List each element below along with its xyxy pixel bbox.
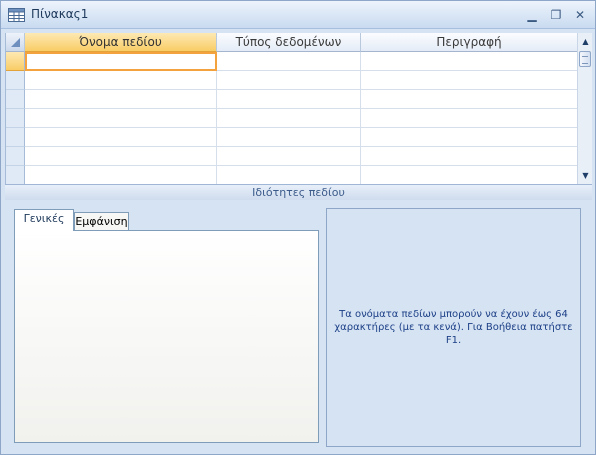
description-cell[interactable] xyxy=(361,147,577,166)
row-selector[interactable] xyxy=(6,128,25,147)
maximize-button[interactable]: ❐ xyxy=(546,6,566,24)
data-type-cell[interactable] xyxy=(217,166,361,184)
close-button[interactable]: ✕ xyxy=(570,6,590,24)
field-properties-caption: Ιδιότητες πεδίου xyxy=(5,184,592,200)
description-cell[interactable] xyxy=(361,166,577,184)
field-design-grid: Όνομα πεδίου Τύπος δεδομένων Περιγραφή xyxy=(5,33,577,184)
row-selector[interactable] xyxy=(6,166,25,184)
description-cell[interactable] xyxy=(361,109,577,128)
tab-display[interactable]: Εμφάνιση xyxy=(74,212,129,230)
field-name-cell[interactable] xyxy=(25,71,217,90)
table-row[interactable] xyxy=(6,147,577,166)
data-type-cell[interactable] xyxy=(217,147,361,166)
table-row[interactable] xyxy=(6,166,577,184)
help-text: Τα ονόματα πεδίων μπορούν να έχουν έως 6… xyxy=(334,309,573,346)
general-properties-panel xyxy=(14,230,319,443)
window-title: Πίνακας1 xyxy=(31,7,89,21)
description-cell[interactable] xyxy=(361,71,577,90)
table-row[interactable] xyxy=(6,90,577,109)
field-name-cell[interactable] xyxy=(25,128,217,147)
table-icon xyxy=(8,8,25,22)
field-name-cell[interactable] xyxy=(25,147,217,166)
row-selector[interactable] xyxy=(6,109,25,128)
scroll-up-arrow-icon[interactable]: ▲ xyxy=(578,35,593,49)
select-all-corner[interactable] xyxy=(6,33,25,52)
column-header-data-type[interactable]: Τύπος δεδομένων xyxy=(217,33,361,52)
table-row[interactable] xyxy=(6,71,577,90)
table-row[interactable] xyxy=(6,52,577,71)
minimize-button[interactable]: ▁ xyxy=(522,6,542,24)
table-row[interactable] xyxy=(6,128,577,147)
data-type-cell[interactable] xyxy=(217,109,361,128)
row-selector[interactable] xyxy=(6,90,25,109)
column-header-description[interactable]: Περιγραφή xyxy=(361,33,577,52)
title-bar[interactable]: Πίνακας1 ▁ ❐ ✕ xyxy=(1,1,595,29)
field-name-cell[interactable] xyxy=(25,109,217,128)
help-panel: Τα ονόματα πεδίων μπορούν να έχουν έως 6… xyxy=(326,208,581,447)
tab-general[interactable]: Γενικές xyxy=(14,209,74,231)
table-design-window: Πίνακας1 ▁ ❐ ✕ Όνομα πεδίου Τύπος δεδομέ… xyxy=(0,0,596,455)
scroll-down-arrow-icon[interactable]: ▼ xyxy=(578,169,593,183)
field-name-cell[interactable] xyxy=(25,90,217,109)
field-name-cell[interactable] xyxy=(25,52,217,71)
row-selector[interactable] xyxy=(6,71,25,90)
description-cell[interactable] xyxy=(361,52,577,71)
data-type-cell[interactable] xyxy=(217,90,361,109)
column-header-field-name[interactable]: Όνομα πεδίου xyxy=(25,33,217,52)
data-type-cell[interactable] xyxy=(217,128,361,147)
table-row[interactable] xyxy=(6,109,577,128)
grid-vertical-scrollbar[interactable]: ▲ ▼ xyxy=(577,33,592,184)
data-type-cell[interactable] xyxy=(217,52,361,71)
scroll-thumb[interactable] xyxy=(579,51,591,67)
description-cell[interactable] xyxy=(361,128,577,147)
data-type-cell[interactable] xyxy=(217,71,361,90)
field-name-cell[interactable] xyxy=(25,166,217,184)
row-selector[interactable] xyxy=(6,147,25,166)
description-cell[interactable] xyxy=(361,90,577,109)
row-selector[interactable] xyxy=(6,52,25,71)
corner-triangle-icon xyxy=(11,38,20,47)
